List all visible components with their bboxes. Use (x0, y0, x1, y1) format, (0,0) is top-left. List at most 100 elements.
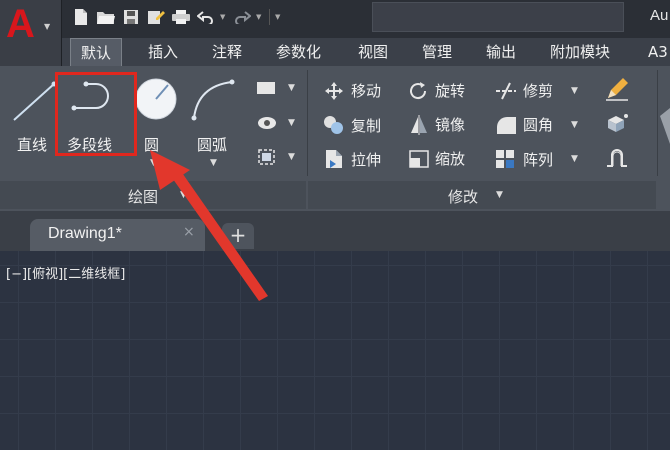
tab-drawing1[interactable]: Drawing1* × (30, 219, 205, 251)
document-tab-bar: Drawing1* × + (0, 211, 670, 251)
mirror-label: 镜像 (435, 116, 466, 134)
chevron-down-icon[interactable]: ▼ (210, 158, 217, 168)
chevron-down-icon: ▼ (571, 154, 578, 164)
drawing-canvas[interactable]: [−][俯视][二维线框] (0, 251, 670, 450)
redo-icon[interactable] (231, 7, 253, 27)
rectangle-icon (257, 82, 275, 94)
title-bar: ▼ ▼ ▼ Au (0, 0, 670, 38)
fillet-tool[interactable]: 圆角 ▼ (494, 114, 578, 135)
save-as-icon[interactable] (145, 7, 167, 27)
chevron-down-icon: ▼ (571, 85, 578, 96)
hatch-icon (258, 117, 276, 129)
panel-divider (307, 70, 308, 176)
fillet-icon (497, 116, 516, 134)
stretch-label: 拉伸 (351, 150, 382, 169)
tab-view[interactable]: 视图 (348, 38, 398, 66)
arc-icon (191, 79, 235, 121)
copy-tool[interactable]: 复制 (322, 114, 381, 136)
customize-toolbar-icon[interactable]: ▼ (275, 13, 283, 21)
chevron-down-icon: ▼ (288, 83, 295, 93)
chevron-down-icon: ▼ (288, 152, 295, 162)
tab-insert[interactable]: 插入 (138, 38, 188, 66)
tab-manage[interactable]: 管理 (412, 38, 462, 66)
app-title: Au (650, 7, 669, 24)
arc-button[interactable]: 圆弧 ▼ (188, 72, 244, 172)
chevron-down-icon[interactable]: ▼ (180, 190, 187, 200)
erase-tool[interactable] (604, 76, 630, 102)
new-file-icon[interactable] (70, 7, 92, 27)
application-menu-button[interactable]: A ▼ (0, 0, 62, 66)
line-button[interactable]: 直线 (8, 72, 58, 162)
viewport-controls-label[interactable]: [−][俯视][二维线框] (6, 263, 125, 282)
open-folder-icon[interactable] (95, 7, 117, 27)
modify-panel-title[interactable]: 修改 (448, 186, 478, 207)
pencil-icon (606, 78, 628, 101)
region-tool[interactable]: ▼ (256, 148, 300, 170)
move-tool[interactable]: 移动 (322, 80, 381, 101)
redo-dropdown-icon[interactable]: ▼ (256, 13, 264, 21)
trim-tool[interactable]: 修剪 ▼ (494, 80, 578, 101)
undo-icon[interactable] (195, 7, 217, 27)
rotate-tool[interactable]: 旋转 (408, 80, 465, 101)
scale-label: 缩放 (435, 150, 466, 168)
modify-panel-bar (308, 181, 656, 209)
circle-label: 圆 (144, 136, 160, 154)
region-icon (258, 149, 275, 165)
array-label: 阵列 (523, 150, 554, 169)
line-label: 直线 (17, 136, 48, 154)
autocad-logo: A (6, 2, 35, 46)
document-tab-label: Drawing1* (48, 225, 122, 242)
rectangle-tool[interactable]: ▼ (256, 80, 300, 102)
draw-panel-title[interactable]: 绘图 (128, 186, 158, 207)
circle-icon (135, 78, 177, 120)
title-area (372, 2, 624, 32)
stretch-tool[interactable]: 拉伸 (322, 148, 381, 170)
chevron-down-icon: ▼ (288, 118, 295, 128)
toolbar-separator (269, 9, 270, 25)
circle-button[interactable]: 圆 ▼ (134, 72, 184, 172)
undo-dropdown-icon[interactable]: ▼ (220, 13, 228, 21)
move-label: 移动 (351, 82, 382, 100)
offset-tool[interactable] (604, 146, 630, 170)
save-icon[interactable] (120, 7, 142, 27)
close-icon[interactable]: × (183, 224, 195, 240)
quick-access-toolbar: ▼ ▼ ▼ (70, 4, 283, 30)
tab-output[interactable]: 输出 (476, 38, 526, 66)
tab-parametric[interactable]: 参数化 (266, 38, 331, 66)
ribbon-tabs: 默认 插入 注释 参数化 视图 管理 输出 附加模块 A3 (62, 38, 670, 66)
scale-tool[interactable]: 缩放 (408, 148, 465, 169)
stretch-icon (326, 150, 342, 168)
new-tab-button[interactable]: + (222, 223, 254, 249)
chevron-down-icon[interactable]: ▼ (150, 158, 157, 168)
trim-label: 修剪 (523, 82, 554, 100)
panel-divider (657, 70, 658, 176)
move-icon (325, 81, 343, 100)
mirror-icon (411, 114, 427, 135)
tab-addins[interactable]: 附加模块 (540, 38, 620, 66)
tab-annotate[interactable]: 注释 (202, 38, 252, 66)
offset-icon (607, 149, 627, 167)
tab-default[interactable]: 默认 (70, 38, 123, 66)
explode-tool[interactable] (604, 112, 630, 136)
array-tool[interactable]: 阵列 ▼ (494, 148, 578, 170)
chevron-down-icon: ▼ (571, 119, 578, 130)
tab-a360[interactable]: A3 (638, 38, 670, 66)
annotation-icon[interactable] (660, 106, 670, 146)
chevron-down-icon: ▼ (44, 22, 51, 31)
explode-icon (608, 114, 628, 132)
array-icon (496, 150, 514, 168)
polyline-highlight-box (55, 72, 137, 156)
rotate-label: 旋转 (435, 82, 466, 100)
print-icon[interactable] (170, 7, 192, 27)
rotate-icon (410, 81, 427, 99)
trim-icon (496, 82, 516, 99)
chevron-down-icon[interactable]: ▼ (496, 190, 503, 200)
fillet-label: 圆角 (523, 116, 554, 134)
line-icon (13, 81, 57, 121)
copy-icon (324, 116, 343, 134)
scale-icon (409, 149, 429, 168)
mirror-tool[interactable]: 镜像 (408, 114, 465, 135)
copy-label: 复制 (351, 116, 382, 135)
arc-label: 圆弧 (197, 136, 228, 154)
hatch-tool[interactable]: ▼ (256, 114, 300, 136)
